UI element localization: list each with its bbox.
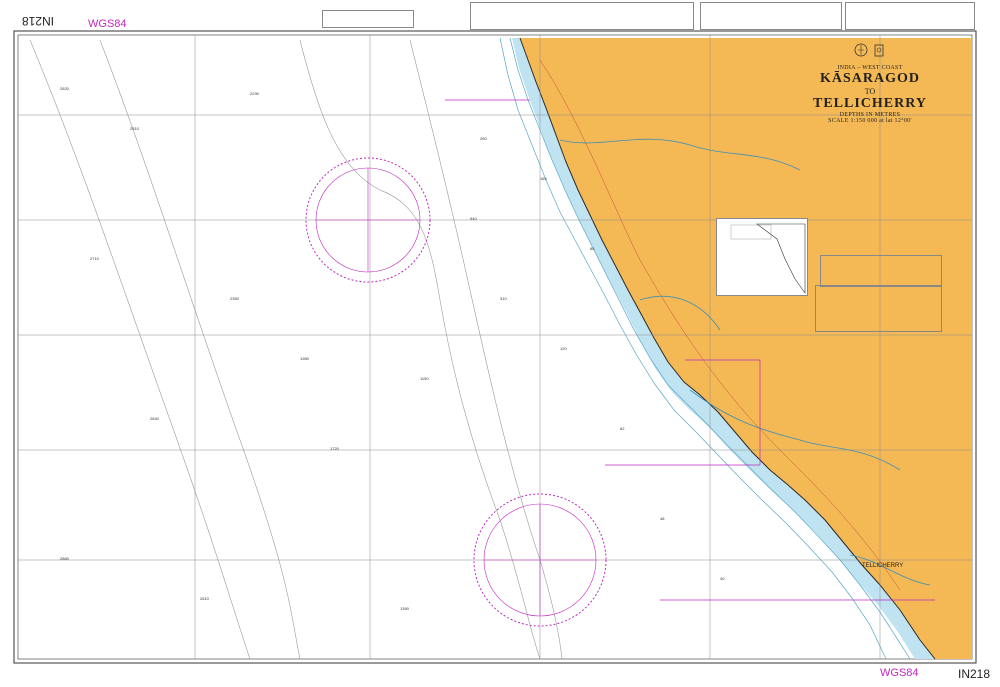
place-tellicherry: TELLICHERRY [862,563,904,569]
svg-text:1390: 1390 [400,606,410,611]
tidal-table [820,255,942,287]
svg-text:2620: 2620 [60,86,70,91]
svg-text:1150: 1150 [420,376,429,381]
chart-number-rotated: IN218 [22,14,55,28]
svg-text:88: 88 [590,246,595,251]
svg-text:165: 165 [540,176,547,181]
title-block: INDIA – WEST COAST KĀSARAGOD TO TELLICHE… [800,42,940,124]
chart-title-line2: TO [864,87,876,96]
svg-text:260: 260 [480,136,487,141]
inset-diagram [716,218,808,296]
svg-text:2230: 2230 [250,91,260,96]
svg-text:120: 120 [560,346,567,351]
svg-text:62: 62 [620,426,625,431]
svg-text:1980: 1980 [300,356,310,361]
national-emblem-icon [874,44,884,57]
svg-text:40: 40 [720,576,725,581]
datum-label-bottom: WGS84 [880,667,919,679]
tidal-streams-table [815,285,942,332]
notes-box-warning [845,2,975,30]
svg-text:2610: 2610 [200,596,210,601]
svg-text:2880: 2880 [60,556,70,561]
notes-box-source [322,10,414,28]
chart-scale: SCALE 1:150 000 at lat 12°00' [828,118,912,124]
notes-box-authorities [470,2,694,30]
svg-text:1720: 1720 [330,446,340,451]
naval-crest-icon [854,43,868,57]
svg-text:2710: 2710 [90,256,100,261]
chart-number-bottom: IN218 [958,667,991,681]
datum-label-top: WGS84 [88,18,127,30]
notes-box-caution [700,2,842,30]
svg-text:2510: 2510 [130,126,140,131]
svg-text:2350: 2350 [230,296,240,301]
svg-text:48: 48 [660,516,665,521]
chart-title-line1: KĀSARAGOD [819,71,920,86]
chart-title-line3: TELLICHERRY [813,96,927,111]
svg-text:310: 310 [500,296,507,301]
svg-text:540: 540 [470,216,477,221]
svg-text:2640: 2640 [150,416,160,421]
